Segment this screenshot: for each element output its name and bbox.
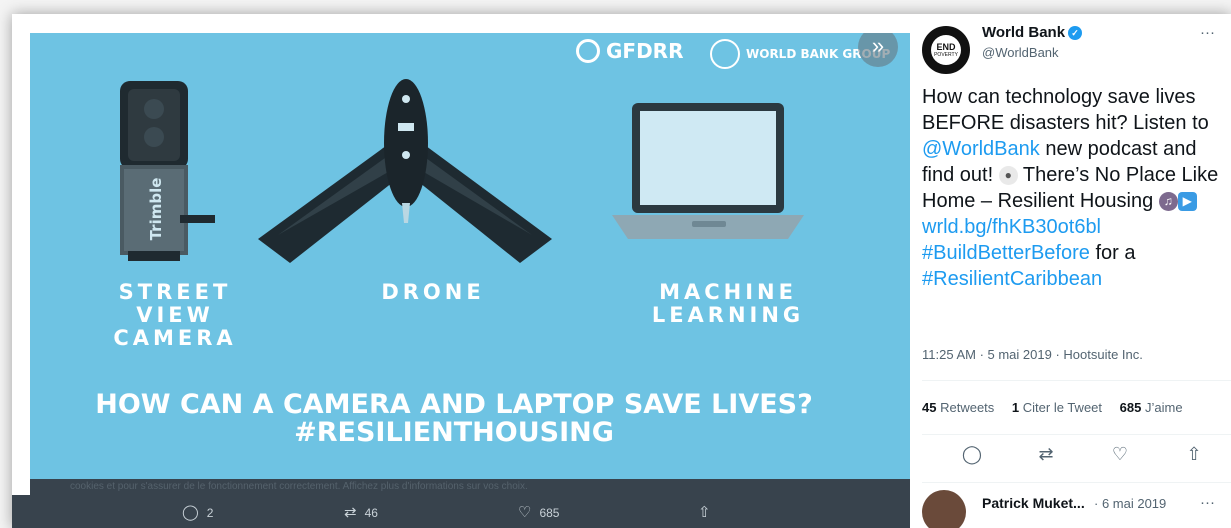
hashtag-build-better-before[interactable]: #BuildBetterBefore [922,242,1090,264]
divider [922,434,1231,435]
more-options-button[interactable]: ··· [1200,24,1215,41]
author-name[interactable]: World Bank ✓ [982,24,1083,41]
cookie-consent-bar: cookies et pour s'assurer de le fonction… [30,479,910,495]
heart-icon[interactable]: ♡ [1108,444,1132,465]
microphone-emoji: ● [998,166,1018,186]
media-like-count: 685 [539,506,560,520]
drone-illustration [258,79,552,263]
mention-link[interactable]: @WorldBank [922,138,1040,160]
retweets-label: Retweets [940,400,995,415]
media-reply-count: 2 [206,506,214,520]
media-action-bar: ◯ 2 ⇄ 46 ♡ 685 ⇧ [12,495,910,528]
likes-count: 685 [1119,400,1142,415]
tweet-stats: 45 Retweets 1 Citer le Tweet 685 J’aime [922,400,1183,415]
caption-machine-learning: MACHINE LEARNING [651,280,805,327]
likes-label: J’aime [1144,400,1183,415]
double-chevron-right-icon: » [871,33,885,58]
share-icon: ⇧ [698,504,711,521]
tweet-text: How can technology save lives BEFORE dis… [922,84,1224,292]
verified-badge-icon: ✓ [1068,26,1083,41]
media-reply-button[interactable]: ◯ 2 [182,503,213,521]
laptop-illustration [612,103,804,239]
hashtag-resilient-caribbean[interactable]: #ResilientCaribbean [922,268,1102,290]
tweet-detail-pane: END POVERTY World Bank ✓ @WorldBank ··· H… [910,14,1231,528]
retweets-stat[interactable]: 45 Retweets [922,400,994,415]
headphones-emoji: ♫ [1158,192,1178,212]
quotes-stat[interactable]: 1 Citer le Tweet [1012,400,1102,415]
quotes-label: Citer le Tweet [1022,400,1103,415]
headline-line-1: HOW CAN A CAMERA AND LAPTOP SAVE LIVES? [95,389,813,420]
author-name-text: World Bank [982,24,1066,41]
retweet-icon[interactable]: ⇄ [1034,444,1058,465]
tweet-media-image[interactable]: GFDRR WORLD BANK GROUP Trimble » STREET … [30,33,910,495]
media-retweet-count: 46 [364,506,378,520]
media-retweet-button[interactable]: ⇄ 46 [344,503,378,521]
divider [922,482,1231,483]
divider [922,380,1231,381]
caption-street-view-camera: STREET VIEW CAMERA [113,280,237,350]
media-headline: HOW CAN A CAMERA AND LAPTOP SAVE LIVES? … [30,391,878,447]
quotes-count: 1 [1011,400,1020,415]
headline-line-2: #RESILIENTHOUSING [294,417,614,448]
tweet-text-part-4: for a [1089,242,1136,264]
caption-drone: DRONE [381,280,485,304]
heart-icon: ♡ [518,504,532,521]
tweet-modal: GFDRR WORLD BANK GROUP Trimble » STREET … [12,14,1231,528]
avatar-line-1: END [936,41,956,52]
reply-avatar[interactable] [922,490,966,528]
cookie-consent-text: cookies et pour s'assurer de le fonction… [70,481,528,492]
media-like-button[interactable]: ♡ 685 [518,503,559,521]
short-link[interactable]: wrld.bg/fhKB30ot6bl [922,216,1101,238]
media-share-button[interactable]: ⇧ [698,503,719,521]
reply-more-options-button[interactable]: ··· [1200,494,1215,511]
tweet-text-part-1: How can technology save lives BEFORE dis… [922,86,1209,134]
reply-author-name[interactable]: Patrick Muket... [982,495,1085,511]
retweet-icon: ⇄ [344,504,357,521]
avatar-line-2: POVERTY [934,51,958,58]
play-button-emoji: ▶ [1177,192,1197,212]
reply-date[interactable]: · 6 mai 2019 [1094,496,1166,511]
likes-stat[interactable]: 685 J’aime [1120,400,1183,415]
share-icon[interactable]: ⇧ [1182,444,1206,465]
author-handle[interactable]: @WorldBank [982,45,1059,60]
end-poverty-logo: END POVERTY [931,35,961,65]
retweets-count: 45 [922,400,937,415]
reply-icon[interactable]: ◯ [960,444,984,465]
street-view-camera-illustration: Trimble [120,81,215,261]
device-brand-text: Trimble [147,178,165,241]
tweet-timestamp[interactable]: 11:25 AM · 5 mai 2019 · Hootsuite Inc. [922,347,1143,362]
avatar[interactable]: END POVERTY [922,26,970,74]
reply-icon: ◯ [182,504,199,521]
